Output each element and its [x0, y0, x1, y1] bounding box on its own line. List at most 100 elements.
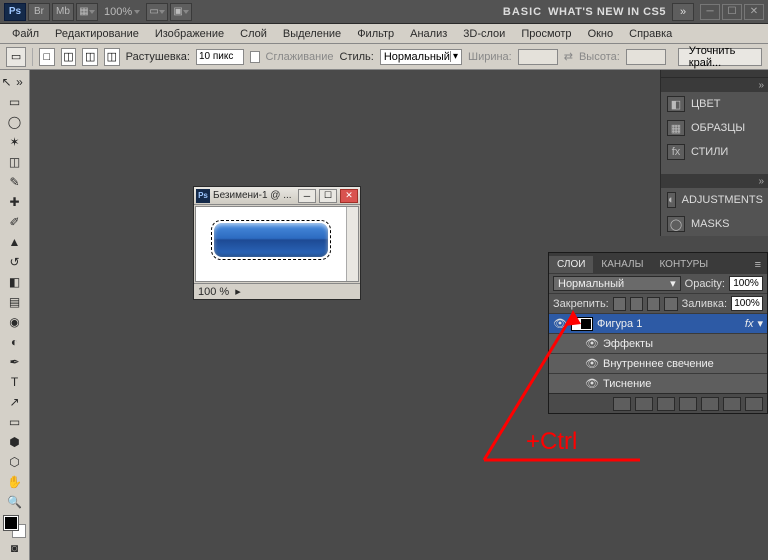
menu-edit[interactable]: Редактирование — [47, 28, 147, 40]
menu-file[interactable]: Файл — [4, 28, 47, 40]
effect-row[interactable]: 👁 Тиснение — [549, 373, 767, 393]
eyedropper-tool[interactable]: ✎ — [2, 172, 28, 192]
panel-swatches[interactable]: ▦ОБРАЗЦЫ — [661, 116, 768, 140]
selection-sub[interactable]: ◫ — [82, 48, 98, 66]
window-minimize[interactable]: ─ — [700, 4, 720, 20]
dock-expand-2[interactable]: » — [661, 174, 768, 188]
eraser-tool[interactable]: ◧ — [2, 272, 28, 292]
selection-new[interactable]: □ — [39, 48, 55, 66]
shape-tool[interactable]: ▭ — [2, 412, 28, 432]
magicwand-tool[interactable]: ✶ — [2, 132, 28, 152]
dock-expand[interactable]: » — [661, 78, 768, 92]
screenmode-button[interactable]: ▣ — [170, 3, 192, 21]
menu-help[interactable]: Справка — [621, 28, 680, 40]
doc-maximize[interactable]: ☐ — [319, 189, 337, 203]
menu-select[interactable]: Выделение — [275, 28, 349, 40]
3dcam-tool[interactable]: ⬡ — [2, 452, 28, 472]
lock-all[interactable] — [664, 297, 677, 311]
doc-minimize[interactable]: ─ — [298, 189, 316, 203]
menu-image[interactable]: Изображение — [147, 28, 232, 40]
opacity-input[interactable]: 100% — [729, 276, 763, 291]
clone-tool[interactable]: ▲ — [2, 232, 28, 252]
workspace-more[interactable]: » — [672, 3, 694, 21]
layer-row[interactable]: 👁 Фигура 1 fx ▾ — [549, 313, 767, 333]
layer-name[interactable]: Фигура 1 — [597, 318, 642, 330]
hand-tool[interactable]: ✋ — [2, 472, 28, 492]
layer-mask[interactable] — [657, 397, 675, 411]
ps-logo[interactable]: Ps — [4, 3, 26, 21]
selection-add[interactable]: ◫ — [61, 48, 77, 66]
3d-tool[interactable]: ⬢ — [2, 432, 28, 452]
visibility-icon[interactable]: 👁 — [553, 317, 567, 331]
history-brush-tool[interactable]: ↺ — [2, 252, 28, 272]
foreground-color[interactable] — [4, 516, 18, 530]
vertical-scrollbar[interactable] — [346, 207, 358, 281]
document-canvas[interactable] — [195, 206, 359, 282]
effect-row[interactable]: 👁 Эффекты — [549, 333, 767, 353]
tab-channels[interactable]: КАНАЛЫ — [593, 256, 651, 273]
window-maximize[interactable]: ☐ — [722, 4, 742, 20]
arrange-button[interactable]: ▭ — [146, 3, 168, 21]
pen-tool[interactable]: ✒ — [2, 352, 28, 372]
zoom-tool[interactable]: 🔍 — [2, 492, 28, 512]
lock-transparency[interactable] — [613, 297, 626, 311]
zoom-select[interactable]: 100% — [100, 6, 144, 18]
menu-layer[interactable]: Слой — [232, 28, 275, 40]
brush-tool[interactable]: ✐ — [2, 212, 28, 232]
dock-grip[interactable] — [661, 70, 768, 78]
doc-zoom[interactable]: 100 % — [198, 286, 229, 298]
workspace-whatsnew[interactable]: WHAT'S NEW IN CS5 — [548, 6, 666, 18]
visibility-icon[interactable]: 👁 — [585, 377, 599, 391]
menu-view[interactable]: Просмотр — [513, 28, 579, 40]
panel-adjustments[interactable]: ◐ADJUSTMENTS — [661, 188, 768, 212]
healing-tool[interactable]: ✚ — [2, 192, 28, 212]
quickmask-tool[interactable]: ◙ — [2, 538, 28, 558]
viewextras-button[interactable]: ▦ — [76, 3, 98, 21]
path-tool[interactable]: ↗ — [2, 392, 28, 412]
doc-close[interactable]: ✕ — [340, 189, 358, 203]
visibility-icon[interactable]: 👁 — [585, 357, 599, 371]
style-select[interactable]: Нормальный▾ — [380, 49, 462, 65]
blur-tool[interactable]: ◉ — [2, 312, 28, 332]
feather-input[interactable] — [196, 49, 244, 65]
tab-paths[interactable]: КОНТУРЫ — [651, 256, 716, 273]
tab-layers[interactable]: СЛОИ — [549, 256, 593, 273]
refine-edge-button[interactable]: Уточнить край... — [678, 48, 762, 66]
current-tool-icon[interactable]: ▭ — [6, 47, 26, 67]
delete-layer[interactable] — [745, 397, 763, 411]
toolbox-collapse[interactable]: » — [13, 72, 26, 92]
layer-thumbnail[interactable] — [571, 317, 593, 331]
window-close[interactable]: ✕ — [744, 4, 764, 20]
gradient-tool[interactable]: ▤ — [2, 292, 28, 312]
workspace-basic[interactable]: BASIC — [503, 6, 542, 18]
lasso-tool[interactable]: ◯ — [2, 112, 28, 132]
effect-row[interactable]: 👁 Внутреннее свечение — [549, 353, 767, 373]
menu-analysis[interactable]: Анализ — [402, 28, 455, 40]
minibridge-button[interactable]: Mb — [52, 3, 74, 21]
crop-tool[interactable]: ◫ — [2, 152, 28, 172]
antialias-checkbox[interactable] — [250, 51, 260, 63]
blend-mode-select[interactable]: Нормальный▾ — [553, 276, 681, 291]
dodge-tool[interactable]: ◐ — [2, 332, 28, 352]
menu-window[interactable]: Окно — [580, 28, 622, 40]
panel-menu[interactable]: ≡ — [749, 257, 767, 273]
link-layers[interactable] — [613, 397, 631, 411]
lock-pixels[interactable] — [630, 297, 643, 311]
document-titlebar[interactable]: Ps Безимени-1 @ ... ─ ☐ ✕ — [194, 187, 360, 205]
move-tool[interactable]: ↖ — [0, 72, 13, 92]
layer-style[interactable] — [635, 397, 653, 411]
bridge-button[interactable]: Br — [28, 3, 50, 21]
menu-3d[interactable]: 3D-слои — [455, 28, 513, 40]
lock-position[interactable] — [647, 297, 660, 311]
adjustment-layer[interactable] — [679, 397, 697, 411]
panel-styles[interactable]: fxСТИЛИ — [661, 140, 768, 164]
new-layer[interactable] — [723, 397, 741, 411]
layer-group[interactable] — [701, 397, 719, 411]
fx-indicator[interactable]: fx — [745, 318, 754, 330]
panel-color[interactable]: ◧ЦВЕТ — [661, 92, 768, 116]
menu-filter[interactable]: Фильтр — [349, 28, 402, 40]
visibility-icon[interactable]: 👁 — [585, 337, 599, 351]
selection-intersect[interactable]: ◫ — [104, 48, 120, 66]
fx-toggle[interactable]: ▾ — [757, 317, 763, 330]
color-swatches[interactable] — [4, 516, 26, 538]
